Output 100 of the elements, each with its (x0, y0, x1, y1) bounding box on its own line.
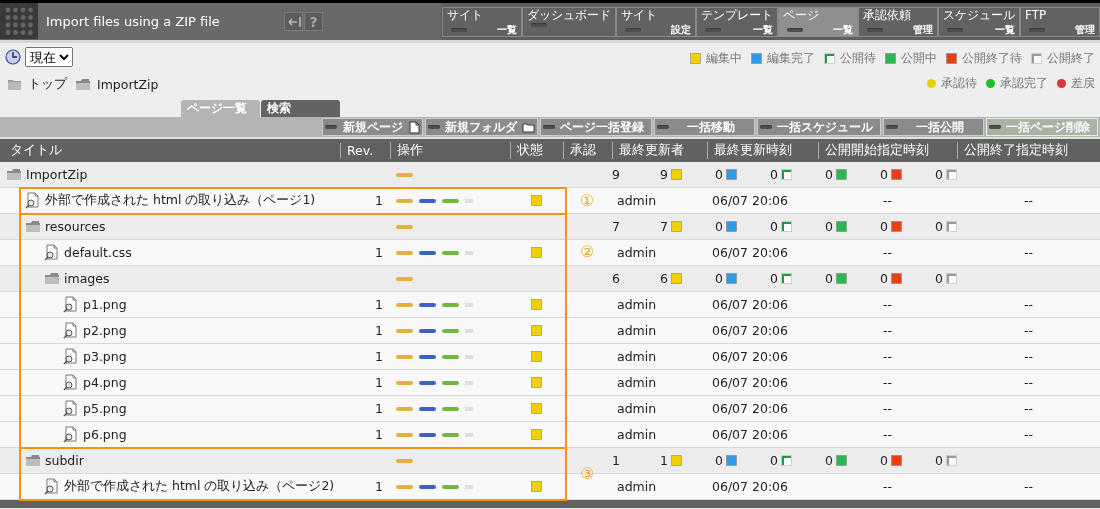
nav-button[interactable]: ページ 一覧 (778, 7, 858, 37)
document-search-icon (63, 400, 79, 417)
item-title[interactable]: p5.png (83, 401, 127, 416)
pill-icon[interactable] (419, 354, 436, 359)
folder-icon (75, 78, 91, 91)
document-search-icon (63, 322, 79, 339)
pill-icon[interactable] (419, 328, 436, 333)
item-title[interactable]: default.css (64, 245, 132, 260)
pill-icon (543, 125, 555, 129)
tab[interactable]: 検索 (261, 100, 340, 117)
revision-number: 1 (374, 193, 384, 208)
updater-name: admin (616, 479, 658, 494)
pill-icon (657, 125, 669, 129)
pill-icon[interactable] (442, 354, 459, 359)
pill-icon (787, 28, 803, 32)
revision-number: 1 (374, 297, 384, 312)
pill-icon[interactable] (419, 380, 436, 385)
pill-icon (867, 28, 883, 32)
updated-time: 06/07 20:06 (711, 401, 790, 416)
total-count: 9 (612, 167, 621, 182)
pill-icon[interactable] (419, 250, 436, 255)
pill-icon[interactable] (419, 484, 436, 489)
pill-icon[interactable] (442, 198, 459, 203)
pill-icon[interactable] (419, 406, 436, 411)
pill-icon[interactable] (419, 198, 436, 203)
nav-button[interactable]: サイト 設定 (616, 7, 696, 37)
pill-icon[interactable] (442, 432, 459, 437)
document-search-icon (44, 244, 60, 261)
item-title[interactable]: 外部で作成された html の取り込み（ページ1) (45, 192, 316, 209)
item-title[interactable]: p4.png (83, 375, 127, 390)
state-count: 0 (935, 219, 943, 234)
item-title[interactable]: subdir (45, 453, 84, 468)
pill-icon (531, 23, 547, 27)
publish-end: -- (1023, 401, 1034, 416)
exit-button[interactable] (284, 12, 303, 31)
publish-end: -- (1023, 375, 1034, 390)
toolbar-button[interactable]: ページ一括登録 (540, 118, 652, 136)
breadcrumb-link[interactable]: トップ (28, 76, 67, 93)
folder-icon (6, 168, 22, 181)
pill-icon[interactable] (419, 302, 436, 307)
nav-button[interactable]: FTP 管理 (1020, 7, 1100, 37)
column-header: 最終更新者 (612, 142, 707, 159)
state-count: 1 (660, 453, 668, 468)
legend-label: 編集完了 (767, 50, 815, 67)
nav-button[interactable]: ダッシュボード (522, 7, 616, 37)
pill-icon[interactable] (442, 328, 459, 333)
publish-start: -- (882, 193, 893, 208)
updater-name: admin (616, 323, 658, 338)
revision-number: 1 (374, 375, 384, 390)
pill-icon[interactable] (419, 432, 436, 437)
item-title[interactable]: images (64, 271, 110, 286)
total-count: 1 (612, 453, 621, 468)
toolbar-button[interactable]: 一括移動 (654, 118, 755, 136)
nav-button[interactable]: スケジュール 一覧 (938, 7, 1020, 37)
pill-icon[interactable] (442, 302, 459, 307)
updater-name: admin (616, 427, 658, 442)
nav-button[interactable]: 承認依頼 管理 (858, 7, 938, 37)
publish-start: -- (882, 297, 893, 312)
updated-time: 06/07 20:06 (711, 245, 790, 260)
item-title[interactable]: ImportZip (26, 167, 88, 182)
clock-icon (5, 49, 21, 65)
pill-icon (451, 28, 467, 32)
pill-icon[interactable] (442, 484, 459, 489)
document-icon (409, 120, 420, 134)
state-count: 0 (825, 453, 833, 468)
document-search-icon (63, 374, 79, 391)
item-title[interactable]: 外部で作成された html の取り込み（ページ2) (64, 478, 335, 495)
updater-name: admin (616, 297, 658, 312)
item-title[interactable]: resources (45, 219, 106, 234)
toolbar-button[interactable]: 一括公開 (883, 118, 984, 136)
item-title[interactable]: p6.png (83, 427, 127, 442)
legend-label: 公開終了 (1047, 50, 1095, 67)
pill-icon[interactable] (442, 250, 459, 255)
toolbar-button[interactable]: 新規ページ (322, 118, 423, 136)
legend-label: 公開終了待 (962, 50, 1022, 67)
column-header: 承認 (563, 142, 612, 159)
nav-button[interactable]: テンプレート 一覧 (696, 7, 778, 37)
state-count: 0 (825, 167, 833, 182)
pill-icon (625, 28, 641, 32)
state-count: 0 (715, 271, 723, 286)
item-title[interactable]: p2.png (83, 323, 127, 338)
total-count: 7 (612, 219, 621, 234)
legend-label: 公開中 (901, 50, 937, 67)
pill-icon (1029, 28, 1045, 32)
publish-start: -- (882, 479, 893, 494)
toolbar-button[interactable]: 一括スケジュール (757, 118, 881, 136)
updater-name: admin (616, 349, 658, 364)
time-select[interactable]: 現在 (25, 47, 73, 67)
pill-icon[interactable] (442, 406, 459, 411)
breadcrumb-link[interactable]: ImportZip (97, 77, 159, 92)
toolbar-button[interactable]: 新規フォルダ (425, 118, 538, 136)
column-header: タイトル (9, 142, 63, 159)
nav-button[interactable]: サイト 一覧 (442, 7, 522, 37)
state-count: 0 (715, 219, 723, 234)
state-count: 6 (660, 271, 668, 286)
pill-icon[interactable] (442, 380, 459, 385)
publish-end: -- (1023, 193, 1034, 208)
item-title[interactable]: p3.png (83, 349, 127, 364)
item-title[interactable]: p1.png (83, 297, 127, 312)
state-count: 0 (880, 453, 888, 468)
